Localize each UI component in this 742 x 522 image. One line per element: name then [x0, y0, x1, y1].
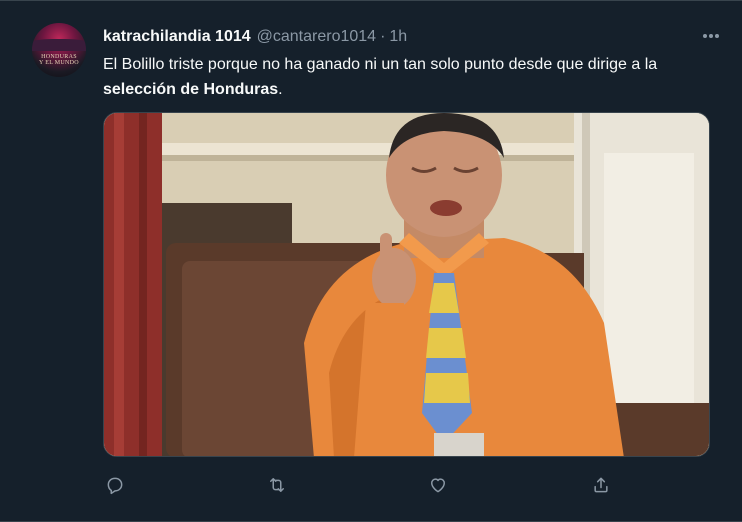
display-name[interactable]: katrachilandia 1014 [103, 28, 251, 45]
retweet-button[interactable] [263, 471, 291, 499]
timestamp[interactable]: 1h [389, 28, 407, 45]
heart-icon [431, 478, 445, 493]
tweet-media-image[interactable] [103, 112, 710, 457]
avatar-landscape [32, 39, 86, 51]
tweet-text-part: El Bolillo triste porque no ha ganado ni… [103, 56, 658, 73]
avatar-logo-text: HONDURAS Y EL MUNDO [39, 54, 79, 66]
tweet-text-end: . [278, 81, 283, 98]
reply-icon [107, 477, 123, 495]
separator-dot: · [380, 28, 386, 45]
tweet-actions [103, 471, 623, 499]
more-options-icon[interactable] [698, 23, 724, 49]
share-button[interactable] [587, 471, 615, 499]
reply-button[interactable] [101, 471, 129, 499]
share-icon [594, 477, 608, 493]
retweet-icon [270, 478, 284, 492]
like-button[interactable] [424, 471, 452, 499]
tweet-text: El Bolillo triste porque no ha ganado ni… [103, 52, 718, 102]
user-handle[interactable]: @cantarero1014 [257, 28, 376, 45]
tweet-text-bold: selección de Honduras [103, 81, 279, 98]
avatar[interactable]: HONDURAS Y EL MUNDO [32, 23, 86, 77]
tweet[interactable]: HONDURAS Y EL MUNDO katrachilandia 1014 @… [0, 0, 742, 522]
tweet-header: katrachilandia 1014 @cantarero1014 · 1h [103, 27, 407, 47]
